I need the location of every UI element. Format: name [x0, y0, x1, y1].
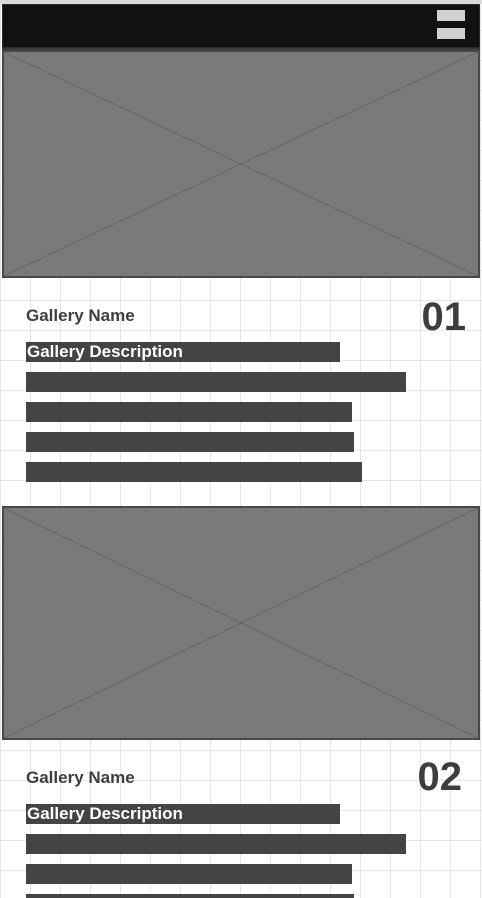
- text-line-placeholder: [26, 864, 352, 884]
- gallery-image-placeholder[interactable]: [2, 506, 480, 740]
- gallery-image-placeholder[interactable]: [2, 50, 480, 278]
- menu-bar-bottom: [437, 28, 465, 39]
- text-line-placeholder: [26, 894, 354, 898]
- navbar: [2, 4, 480, 48]
- page: Gallery Name 01 Gallery Description Gall…: [0, 0, 482, 898]
- gallery-name: Gallery Name: [26, 768, 135, 787]
- text-line-placeholder: [26, 834, 406, 854]
- image-placeholder-icon: [4, 508, 478, 738]
- text-line-placeholder: [26, 402, 352, 422]
- text-line-placeholder: [26, 462, 362, 482]
- hamburger-menu-icon[interactable]: [437, 8, 465, 40]
- menu-bar-top: [437, 10, 465, 21]
- gallery-description-label: Gallery Description: [27, 342, 183, 361]
- text-line-placeholder: [26, 372, 406, 392]
- image-placeholder-icon: [4, 52, 478, 276]
- gallery-number: 01: [421, 295, 467, 339]
- text-line-placeholder: [26, 432, 354, 452]
- gallery-description-label: Gallery Description: [27, 804, 183, 823]
- gallery-number: 02: [417, 755, 463, 799]
- gallery-name: Gallery Name: [26, 306, 135, 325]
